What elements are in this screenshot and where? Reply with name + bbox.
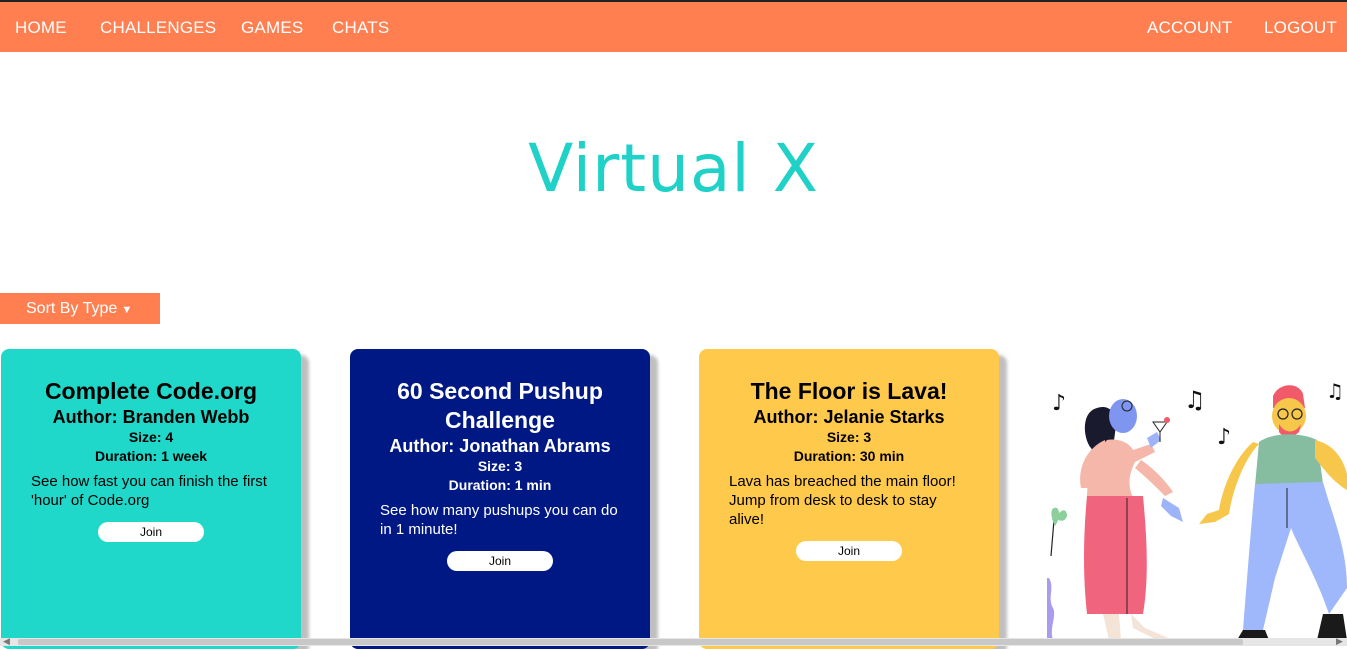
- music-note-icon: ♪: [1217, 425, 1231, 450]
- music-note-icon: ♫: [1326, 379, 1344, 403]
- card-size: Size: 3: [477, 458, 523, 474]
- nav-account-link[interactable]: ACCOUNT: [1147, 18, 1232, 38]
- card-title: 60 Second Pushup Challenge: [397, 378, 603, 433]
- card-duration: Duration: 30 min: [793, 448, 905, 464]
- card-title: The Floor is Lava!: [750, 378, 948, 404]
- top-nav-bar: HOME CHALLENGES GAMES CHATS ACCOUNT LOGO…: [0, 0, 1347, 52]
- caret-down-icon: ▼: [121, 304, 133, 316]
- nav-logout-link[interactable]: LOGOUT: [1264, 18, 1337, 38]
- sort-label: Sort By Type: [26, 300, 118, 317]
- scroll-right-arrow-icon[interactable]: ▶: [1336, 636, 1343, 647]
- nav-games-link[interactable]: GAMES: [241, 18, 303, 38]
- card-duration: Duration: 1 week: [94, 448, 208, 464]
- card-size: Size: 4: [128, 429, 174, 445]
- challenge-card-1: Complete Code.org Author: Branden Webb S…: [1, 349, 301, 649]
- card-author: Author: Jelanie Starks: [753, 407, 945, 427]
- card-description: Lava has breached the main floor! Jump f…: [729, 473, 956, 528]
- music-note-icon: ♫: [1184, 386, 1206, 414]
- join-button[interactable]: Join: [796, 541, 902, 561]
- card-description: See how many pushups you can do in 1 min…: [380, 502, 618, 538]
- card-duration: Duration: 1 min: [448, 477, 552, 493]
- nav-chats-link[interactable]: CHATS: [332, 18, 389, 38]
- sort-by-type-dropdown[interactable]: Sort By Type ▼: [0, 293, 160, 324]
- card-author: Author: Jonathan Abrams: [389, 436, 611, 456]
- music-note-icon: ♪: [1052, 391, 1066, 416]
- card-author: Author: Branden Webb: [52, 407, 250, 427]
- dancing-people-illustration: ♪ ♫ ♪ ♫: [1047, 379, 1347, 640]
- join-button[interactable]: Join: [447, 551, 553, 571]
- card-size: Size: 3: [826, 429, 872, 445]
- challenge-card-2: 60 Second Pushup Challenge Author: Jonat…: [350, 349, 650, 649]
- scroll-left-arrow-icon[interactable]: ◀: [3, 636, 10, 647]
- horizontal-scrollbar[interactable]: ◀ ▶: [0, 636, 1347, 647]
- scrollbar-thumb[interactable]: [18, 639, 1243, 645]
- challenge-card-3: The Floor is Lava! Author: Jelanie Stark…: [699, 349, 999, 649]
- nav-challenges-link[interactable]: CHALLENGES: [100, 18, 216, 38]
- page-title: Virtual X: [528, 130, 819, 207]
- join-button[interactable]: Join: [98, 522, 204, 542]
- nav-home-link[interactable]: HOME: [15, 18, 67, 38]
- card-title: Complete Code.org: [44, 378, 258, 404]
- card-description: See how fast you can finish the first 'h…: [31, 473, 267, 509]
